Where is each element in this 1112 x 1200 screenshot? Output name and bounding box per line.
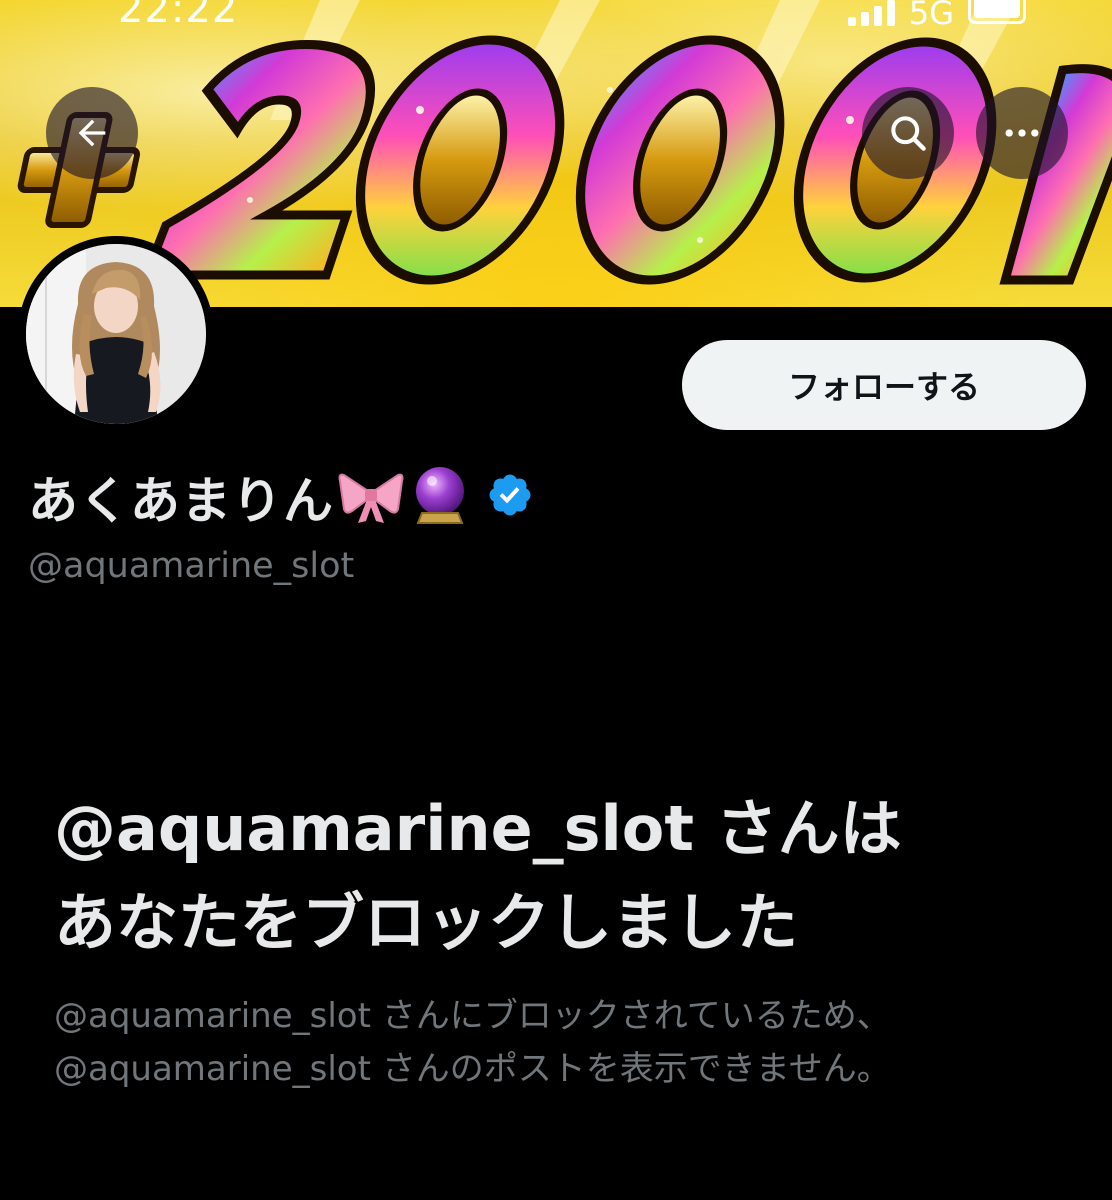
profile-handle: @aquamarine_slot	[28, 546, 355, 586]
blocked-desc-line2: @aquamarine_slot さんのポストを表示できません。	[54, 1049, 891, 1089]
blocked-title-line1: @aquamarine_slot さんは	[54, 792, 902, 865]
back-button[interactable]	[46, 87, 138, 179]
follow-button[interactable]: フォローする	[682, 340, 1086, 430]
blocked-description: @aquamarine_slot さんにブロックされているため、 @aquama…	[54, 990, 1064, 1096]
avatar-portrait	[26, 244, 206, 424]
verified-badge-icon[interactable]	[486, 471, 534, 523]
battery-icon	[968, 0, 1026, 24]
status-time: 22:22	[118, 0, 239, 32]
display-name-row: あくあまりん	[28, 462, 534, 532]
status-indicators: 5G	[847, 0, 1026, 32]
search-button[interactable]	[862, 87, 954, 179]
crystal-ball-icon	[408, 463, 472, 531]
search-icon	[891, 116, 926, 151]
signal-bars-icon	[847, 0, 895, 26]
profile-avatar[interactable]	[18, 236, 214, 432]
network-type: 5G	[908, 0, 954, 32]
profile-screen: 22:22 5G フォローする あくあまりん @aquamarine_slot …	[0, 0, 1112, 1200]
blocked-title: @aquamarine_slot さんは あなたをブロックしました	[54, 782, 1064, 970]
banner-digits	[140, 35, 1112, 285]
avatar-image	[26, 244, 206, 424]
display-name: あくあまりん	[28, 472, 334, 530]
blocked-desc-line1: @aquamarine_slot さんにブロックされているため、	[54, 996, 891, 1036]
arrow-left-icon	[78, 119, 106, 147]
more-button[interactable]	[976, 87, 1068, 179]
ribbon-icon	[338, 467, 404, 527]
more-horizontal-icon	[1005, 129, 1039, 137]
blocked-title-line2: あなたをブロックしました	[54, 886, 799, 959]
